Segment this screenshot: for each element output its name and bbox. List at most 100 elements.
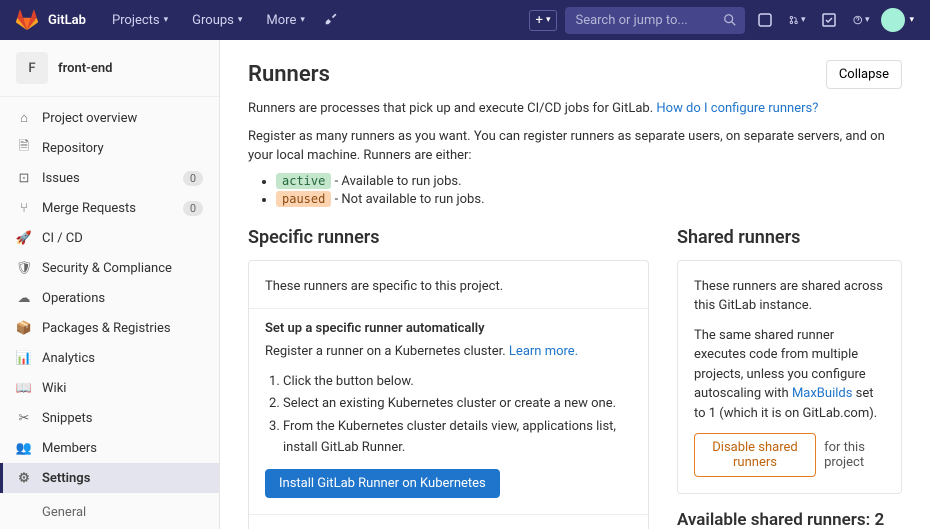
auto-step3: From the Kubernetes cluster details view… [283, 417, 632, 459]
gear-icon: ⚙ [16, 470, 32, 486]
nav-label: Packages & Registries [42, 321, 171, 336]
sidebar-item-security[interactable]: 🛡 Security & Compliance [0, 253, 219, 283]
maxbuilds-link[interactable]: MaxBuilds [792, 386, 853, 401]
auto-step1: Click the button below. [283, 372, 632, 393]
projects-menu[interactable]: Projects ▾ [102, 7, 178, 34]
book-icon: 📖 [16, 380, 32, 396]
search-input[interactable] [565, 7, 745, 34]
active-pill: active [276, 173, 331, 189]
nav-label: Analytics [42, 351, 95, 366]
file-icon: 🗎 [16, 140, 32, 156]
chevron-down-icon: ▾ [909, 15, 914, 25]
collapse-button[interactable]: Collapse [826, 60, 902, 89]
todo-icon[interactable] [817, 8, 841, 32]
badge: 0 [183, 171, 203, 186]
sidebar-item-members[interactable]: 👥 Members [0, 433, 219, 463]
gitlab-logo[interactable] [16, 8, 40, 32]
groups-menu[interactable]: Groups ▾ [182, 7, 252, 34]
search-icon [723, 13, 737, 27]
nav-label: Security & Compliance [42, 261, 172, 276]
sidebar-item-snippets[interactable]: ✂ Snippets [0, 403, 219, 433]
rocket-icon: 🚀 [16, 230, 32, 246]
auto-step2: Select an existing Kubernetes cluster or… [283, 394, 632, 415]
paused-bullet: paused - Not available to run jobs. [276, 192, 902, 207]
active-desc: - Available to run jobs. [331, 174, 461, 189]
wrench-icon[interactable] [319, 7, 343, 31]
paused-pill: paused [276, 191, 331, 207]
plus-icon: + [536, 13, 543, 28]
auto-desc: Register a runner on a Kubernetes cluste… [265, 342, 632, 362]
shared-intro: These runners are shared across this Git… [694, 277, 885, 316]
learn-more-link[interactable]: Learn more. [509, 344, 578, 359]
nav-label: Snippets [42, 411, 93, 426]
desc-text: Runners are processes that pick up and e… [248, 101, 656, 116]
sidebar-item-wiki[interactable]: 📖 Wiki [0, 373, 219, 403]
sidebar-item-analytics[interactable]: 📊 Analytics [0, 343, 219, 373]
more-label: More [266, 13, 296, 28]
register-desc: Register as many runners as you want. Yo… [248, 127, 902, 166]
page-title: Runners [248, 62, 330, 87]
sidebar-item-operations[interactable]: ☁ Operations [0, 283, 219, 313]
subnav-general[interactable]: General [0, 499, 219, 526]
nav-label: Issues [42, 171, 80, 186]
configure-runners-link[interactable]: How do I configure runners? [656, 101, 818, 116]
sidebar-item-repository[interactable]: 🗎 Repository [0, 133, 219, 163]
nav-label: Operations [42, 291, 105, 306]
project-avatar: F [16, 52, 48, 84]
nav-label: Wiki [42, 381, 66, 396]
chevron-down-icon: ▾ [865, 15, 870, 25]
paused-desc: - Not available to run jobs. [331, 192, 484, 207]
auto-heading: Set up a specific runner automatically [265, 321, 632, 336]
help-icon[interactable]: ▾ [849, 8, 873, 32]
ops-icon: ☁ [16, 290, 32, 306]
home-icon: ⌂ [16, 110, 32, 126]
chevron-down-icon: ▾ [164, 15, 169, 25]
nav-label: Repository [42, 141, 104, 156]
nav-label: Project overview [42, 111, 137, 126]
specific-intro: These runners are specific to this proje… [265, 277, 632, 297]
active-bullet: active - Available to run jobs. [276, 174, 902, 189]
sidebar-item-issues[interactable]: ⊡ Issues 0 [0, 163, 219, 193]
nav-label: Merge Requests [42, 201, 136, 216]
more-menu[interactable]: More ▾ [256, 7, 314, 34]
new-dropdown[interactable]: +▾ [529, 10, 558, 31]
projects-label: Projects [112, 13, 160, 28]
auto-desc-text: Register a runner on a Kubernetes cluste… [265, 344, 509, 359]
install-kubernetes-button[interactable]: Install GitLab Runner on Kubernetes [265, 469, 500, 498]
chevron-down-icon: ▾ [300, 15, 305, 25]
avatar [881, 8, 905, 32]
nav-label: Settings [42, 471, 90, 486]
nav-label: Members [42, 441, 97, 456]
badge: 0 [183, 201, 203, 216]
specific-title: Specific runners [248, 227, 649, 248]
issues-icon[interactable] [753, 8, 777, 32]
shield-icon: 🛡 [16, 260, 32, 276]
shared-title: Shared runners [677, 227, 902, 248]
sidebar-item-cicd[interactable]: 🚀 CI / CD [0, 223, 219, 253]
user-menu[interactable]: ▾ [881, 8, 914, 32]
project-header[interactable]: F front-end [0, 40, 219, 97]
groups-label: Groups [192, 13, 234, 28]
chevron-down-icon: ▾ [238, 15, 243, 25]
available-runners-title: Available shared runners: 2 [677, 510, 902, 529]
sidebar-item-overview[interactable]: ⌂ Project overview [0, 103, 219, 133]
mr-icon: ⑂ [16, 200, 32, 216]
package-icon: 📦 [16, 320, 32, 336]
scissors-icon: ✂ [16, 410, 32, 426]
issues-icon: ⊡ [16, 170, 32, 186]
sidebar-item-settings[interactable]: ⚙ Settings [0, 463, 219, 493]
runners-desc: Runners are processes that pick up and e… [248, 99, 902, 119]
sidebar-item-packages[interactable]: 📦 Packages & Registries [0, 313, 219, 343]
nav-label: CI / CD [42, 231, 83, 246]
members-icon: 👥 [16, 440, 32, 456]
chart-icon: 📊 [16, 350, 32, 366]
shared-desc: The same shared runner executes code fro… [694, 326, 885, 424]
disable-after: for this project [824, 440, 885, 470]
brand-name[interactable]: GitLab [48, 13, 86, 28]
disable-shared-button[interactable]: Disable shared runners [694, 433, 816, 477]
chevron-down-icon: ▾ [546, 15, 551, 25]
chevron-down-icon: ▾ [801, 15, 806, 25]
sidebar-item-merge-requests[interactable]: ⑂ Merge Requests 0 [0, 193, 219, 223]
merge-request-icon[interactable]: ▾ [785, 8, 809, 32]
project-name: front-end [58, 61, 112, 76]
